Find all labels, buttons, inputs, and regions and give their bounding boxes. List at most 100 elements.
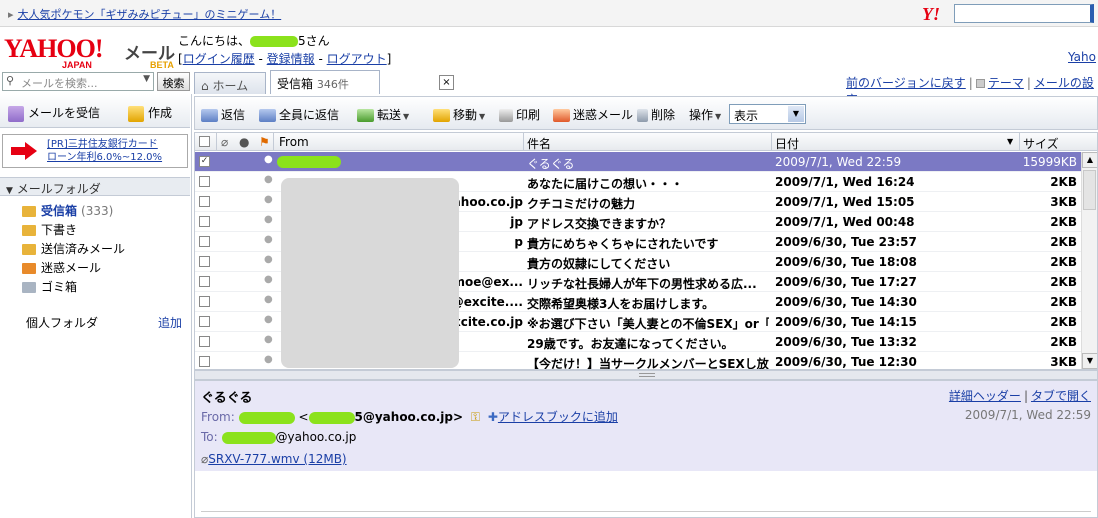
from-email-suffix: 5@yahoo.co.jp> — [354, 410, 464, 424]
inbox-download-icon — [8, 105, 24, 122]
tab-inbox[interactable]: 受信箱 346件 × — [270, 70, 454, 94]
search-dropdown-icon[interactable]: ▼ — [143, 74, 150, 84]
unread-dot-icon: ● — [264, 314, 273, 325]
folder-inbox[interactable]: 受信箱 (333) — [22, 202, 113, 220]
search-button[interactable]: 検索 — [157, 72, 190, 91]
add-to-addressbook-link[interactable]: アドレスブックに追加 — [498, 410, 618, 424]
row-checkbox[interactable] — [199, 236, 210, 247]
yahoo-top-link[interactable]: Yaho — [1068, 50, 1096, 64]
registration-link[interactable]: 登録情報 — [267, 52, 315, 66]
folder-header[interactable]: ▼ メールフォルダ — [0, 177, 190, 196]
yahoo-mail-logo[interactable]: YAHOO! JAPAN メール BETA — [4, 34, 176, 70]
view-select[interactable]: 表示 ▼ — [729, 104, 806, 124]
unread-dot-icon: ● — [264, 254, 273, 265]
message-list: ⌀ ● ⚑ From 件名 日付 ▼ サイズ ✓ ● ぐるぐる 2009/7/1, W… — [194, 132, 1098, 370]
column-header-size[interactable]: サイズ — [1023, 135, 1059, 152]
actions-menu[interactable]: 操作 ▼ — [689, 106, 721, 123]
row-checkbox[interactable]: ✓ — [199, 156, 210, 167]
dash-1: - — [254, 52, 267, 66]
search-placeholder: メールを検索... — [21, 77, 98, 90]
row-checkbox[interactable] — [199, 316, 210, 327]
column-header-date[interactable]: 日付 — [775, 135, 799, 152]
folder-trash[interactable]: ゴミ箱 — [22, 278, 77, 296]
preview-to: To: @yahoo.co.jp — [201, 430, 356, 444]
addressbook-add-icon: ✚ — [487, 410, 498, 424]
forward-button[interactable]: 転送 ▼ — [357, 106, 409, 123]
row-checkbox[interactable] — [199, 276, 210, 287]
to-email-suffix: @yahoo.co.jp — [275, 430, 357, 444]
open-in-tab-link[interactable]: タブで開く — [1031, 389, 1091, 403]
row-date: 2009/6/30, Tue 17:27 — [775, 275, 917, 289]
spam-button[interactable]: 迷惑メール — [553, 106, 633, 123]
search-input[interactable]: ⚲ メールを検索... ▼ — [2, 72, 154, 91]
scroll-down-icon[interactable]: ▼ — [1082, 353, 1097, 369]
yahoo-icon[interactable]: Y! — [922, 4, 940, 25]
redacted-username — [250, 36, 299, 47]
move-button[interactable]: 移動 ▼ — [433, 106, 485, 123]
folder-drafts[interactable]: 下書き — [22, 221, 77, 239]
receive-mail-button[interactable]: メールを受信 — [8, 104, 100, 122]
row-checkbox[interactable] — [199, 176, 210, 187]
actions-label: 操作 — [689, 108, 714, 122]
attachment-link[interactable]: SRXV-777.wmv (12MB) — [208, 452, 346, 466]
column-header-subject[interactable]: 件名 — [527, 135, 551, 152]
folder-spam[interactable]: 迷惑メール — [22, 259, 101, 277]
folder-sent[interactable]: 送信済みメール — [22, 240, 125, 258]
greeting-suffix: 5さん — [298, 34, 330, 48]
prev-version-link[interactable]: 前のバージョンに戻す — [846, 76, 966, 90]
sort-desc-icon[interactable]: ▼ — [1007, 137, 1013, 146]
top-ad-bar: ▸ 大人気ポケモン「ギザみみピチュー」のミニゲーム！ Y! — [0, 0, 1098, 27]
sep-2: | — [1026, 76, 1031, 90]
paperclip-icon[interactable]: ⌀ — [221, 135, 228, 149]
promo-link[interactable]: 大人気ポケモン「ギザみみピチュー」のミニゲーム！ — [18, 8, 282, 21]
tab-inbox-label: 受信箱 — [277, 77, 314, 91]
folder-label: 下書き — [41, 223, 78, 237]
row-subject: ぐるぐる — [527, 157, 575, 171]
pr-ad-box[interactable]: [PR]三井住友銀行カード ローン年利6.0%~12.0% — [2, 134, 188, 168]
logout-link[interactable]: ログアウト — [327, 52, 387, 66]
pane-splitter[interactable] — [194, 370, 1098, 380]
ad-line-1[interactable]: [PR]三井住友銀行カード — [47, 139, 158, 150]
scroll-thumb[interactable] — [1083, 170, 1096, 210]
select-all-checkbox[interactable] — [199, 136, 210, 147]
add-folder-link[interactable]: 追加 — [158, 314, 182, 331]
unread-dot-icon: ● — [264, 234, 273, 245]
table-row[interactable]: ✓ ● ぐるぐる 2009/7/1, Wed 22:59 15999KB — [195, 152, 1081, 172]
print-button[interactable]: 印刷 — [499, 106, 540, 123]
tab-inbox-count: 346件 — [316, 78, 349, 91]
compose-button[interactable]: 作成 — [128, 104, 172, 122]
info-icon[interactable]: ● — [239, 135, 249, 149]
view-select-value: 表示 — [734, 109, 759, 123]
ad-text[interactable]: [PR]三井住友銀行カード ローン年利6.0%~12.0% — [47, 138, 187, 164]
theme-link[interactable]: テーマ — [988, 76, 1024, 90]
column-header-from[interactable]: From — [279, 135, 309, 149]
yahoo-search-input[interactable] — [954, 4, 1094, 23]
reply-all-button[interactable]: 全員に返信 — [259, 106, 339, 123]
splitter-grip[interactable] — [639, 373, 655, 377]
delete-button[interactable]: 削除 — [637, 106, 675, 123]
row-checkbox[interactable] — [199, 256, 210, 267]
row-checkbox[interactable] — [199, 196, 210, 207]
account-links: [ログイン履歴 - 登録情報 - ログアウト] — [178, 50, 391, 67]
list-scrollbar[interactable]: ▲ ▼ — [1081, 152, 1097, 369]
ad-line-2[interactable]: ローン年利6.0%~12.0% — [47, 152, 162, 163]
row-checkbox[interactable] — [199, 296, 210, 307]
row-checkbox[interactable] — [199, 336, 210, 347]
tab-home[interactable]: ⌂ ホーム — [194, 72, 266, 94]
row-checkbox[interactable] — [199, 216, 210, 227]
collapse-icon[interactable]: ▼ — [6, 186, 13, 196]
preview-date: 2009/7/1, Wed 22:59 — [964, 408, 1091, 422]
detail-header-link[interactable]: 詳細ヘッダー — [949, 389, 1021, 403]
unread-dot-icon: ● — [264, 274, 273, 285]
reply-button[interactable]: 返信 — [201, 106, 245, 123]
redaction-overlay — [281, 178, 459, 368]
row-checkbox[interactable] — [199, 356, 210, 367]
promo-banner[interactable]: ▸ 大人気ポケモン「ギザみみピチュー」のミニゲーム！ — [8, 6, 281, 22]
login-history-link[interactable]: ログイン履歴 — [183, 52, 255, 66]
scroll-up-icon[interactable]: ▲ — [1082, 152, 1097, 168]
row-subject: 29歳です。お友達になってください。 — [527, 337, 734, 351]
close-tab-icon[interactable]: × — [439, 75, 454, 90]
folder-header-label: メールフォルダ — [16, 182, 101, 196]
unread-dot-icon: ● — [264, 334, 273, 345]
flag-icon[interactable]: ⚑ — [259, 135, 270, 149]
